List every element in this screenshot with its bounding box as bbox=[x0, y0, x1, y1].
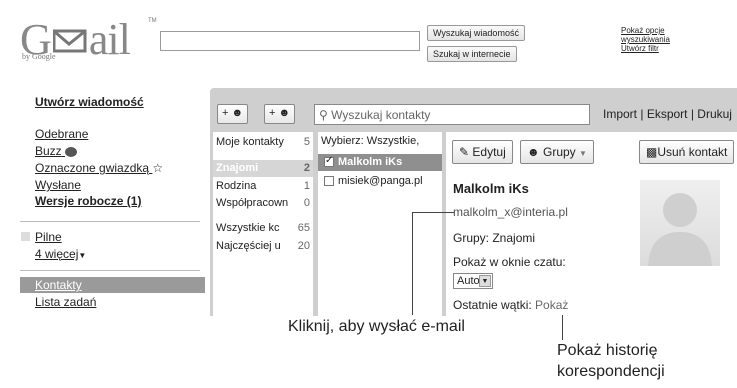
nav-more-label: 4 więcej bbox=[35, 247, 79, 261]
group-icon: ☻ bbox=[527, 145, 540, 159]
nav-sent[interactable]: Wysłane bbox=[35, 178, 81, 192]
add-group-label: + bbox=[269, 107, 276, 119]
contacts-search-placeholder: Wyszukaj kontakty bbox=[331, 108, 431, 122]
contact-checkbox[interactable] bbox=[324, 176, 334, 187]
group-item[interactable]: Znajomi 2 bbox=[216, 162, 310, 174]
compose-link[interactable]: Utwórz wiadomość bbox=[35, 95, 144, 109]
search-options-link[interactable]: wyszukiwania bbox=[621, 35, 670, 44]
callout-line bbox=[412, 212, 454, 213]
caret-down-icon: ▼ bbox=[579, 149, 587, 158]
gmail-logo[interactable]: GMail TM by Google bbox=[20, 14, 157, 64]
select-all-bar[interactable]: Wybierz: Wszystkie, bbox=[321, 135, 441, 147]
chat-visibility-value: Auto bbox=[457, 275, 480, 287]
nav-more[interactable]: 4 więcej▼ bbox=[35, 247, 86, 261]
nav-divider-2 bbox=[20, 270, 200, 271]
search-icon: ⚲ bbox=[319, 108, 328, 122]
contact-email-link[interactable]: malkolm_x@interia.pl bbox=[453, 205, 568, 219]
nav-divider bbox=[20, 221, 200, 222]
caret-down-icon: ▼ bbox=[479, 275, 491, 287]
annotation-history-2: korespondencji bbox=[557, 363, 665, 380]
label-color-swatch bbox=[21, 232, 30, 241]
groups-label: Grupy bbox=[542, 145, 576, 159]
create-filter-link[interactable]: Utwórz filtr bbox=[621, 44, 670, 53]
edit-label: Edytuj bbox=[472, 145, 506, 159]
buzz-icon bbox=[65, 146, 78, 157]
search-mail-button[interactable]: Wyszukaj wiadomość bbox=[427, 25, 525, 41]
contact-name: misiek@panga.pl bbox=[338, 175, 423, 187]
star-icon: ☆ bbox=[152, 161, 164, 175]
logo-tm: TM bbox=[148, 18, 157, 24]
import-link[interactable]: Import bbox=[603, 107, 637, 121]
search-web-button[interactable]: Szukaj w internecie bbox=[427, 46, 517, 62]
mail-search-input[interactable] bbox=[160, 31, 420, 51]
contact-checkbox-checked[interactable]: ✓ bbox=[324, 155, 334, 168]
nav-important[interactable]: Pilne bbox=[35, 230, 62, 244]
chat-visibility-select[interactable]: Auto ▼ bbox=[453, 273, 493, 289]
nav-contacts[interactable]: Kontakty bbox=[35, 278, 82, 292]
import-export-links: Import | Eksport | Drukuj bbox=[603, 107, 732, 121]
group-item[interactable]: Wszystkie kc 65 bbox=[216, 222, 310, 234]
nav-drafts[interactable]: Wersje robocze (1) bbox=[35, 194, 141, 208]
caret-down-icon: ▼ bbox=[78, 251, 87, 260]
logo-by-google: by Google bbox=[22, 52, 56, 61]
nav-buzz[interactable]: Buzz bbox=[35, 144, 78, 158]
export-link[interactable]: Eksport bbox=[647, 107, 688, 121]
nav-starred[interactable]: Oznaczone gwiazdką ☆ bbox=[35, 161, 163, 175]
callout-line bbox=[412, 212, 413, 315]
contact-name: Malkolm iKs bbox=[338, 156, 403, 168]
recent-threads-label: Ostatnie wątki: bbox=[453, 298, 532, 312]
group-item[interactable]: Najczęściej u 20 bbox=[216, 240, 310, 252]
nav-inbox[interactable]: Odebrane bbox=[35, 127, 88, 141]
nav-starred-label: Oznaczone gwiazdką bbox=[35, 161, 150, 175]
recent-threads: Ostatnie wątki: Pokaż bbox=[453, 298, 568, 312]
contacts-search-input[interactable]: ⚲ Wyszukaj kontakty bbox=[314, 104, 590, 125]
add-contact-button[interactable]: + ☻ bbox=[217, 104, 249, 124]
nav-buzz-label: Buzz bbox=[35, 144, 62, 158]
envelope-icon bbox=[53, 29, 87, 53]
add-group-button[interactable]: + ☻ bbox=[264, 104, 296, 124]
trash-icon: ▩ bbox=[646, 145, 658, 159]
person-icon: ☻ bbox=[231, 107, 244, 119]
group-item[interactable]: Współpracown 0 bbox=[216, 197, 310, 209]
contact-row[interactable]: misiek@panga.pl bbox=[324, 175, 423, 187]
annotation-history-1: Pokaż historię bbox=[557, 342, 658, 359]
nav-tasks[interactable]: Lista zadań bbox=[35, 295, 96, 309]
show-threads-link[interactable]: Pokaż bbox=[535, 298, 568, 312]
add-contact-label: + bbox=[222, 107, 229, 119]
person-silhouette-icon bbox=[648, 193, 712, 266]
group-icon: ☻ bbox=[278, 107, 291, 119]
print-link[interactable]: Drukuj bbox=[697, 107, 732, 121]
groups-button[interactable]: ☻ Grupy ▼ bbox=[520, 140, 594, 164]
search-options: Pokaż opcje wyszukiwania Utwórz filtr bbox=[621, 26, 670, 53]
chat-visibility-label: Pokaż w oknie czatu: bbox=[453, 255, 566, 269]
delete-label: Usuń kontakt bbox=[657, 145, 728, 159]
contact-avatar bbox=[640, 180, 720, 266]
contact-row[interactable]: ✓ Malkolm iKs bbox=[324, 155, 403, 168]
show-options-link[interactable]: Pokaż opcje bbox=[621, 26, 670, 35]
contact-groups: Grupy: Znajomi bbox=[453, 231, 536, 245]
group-item[interactable]: Rodzina 1 bbox=[216, 180, 310, 192]
pencil-icon: ✎ bbox=[459, 145, 470, 159]
callout-line bbox=[562, 315, 563, 340]
delete-contact-button[interactable]: ▩Usuń kontakt bbox=[639, 140, 735, 164]
group-item[interactable]: Moje kontakty 5 bbox=[216, 136, 310, 148]
edit-button[interactable]: ✎ Edytuj bbox=[452, 140, 513, 164]
contact-name-heading: Malkolm iKs bbox=[453, 181, 529, 196]
annotation-send-email: Kliknij, aby wysłać e-mail bbox=[288, 318, 465, 335]
